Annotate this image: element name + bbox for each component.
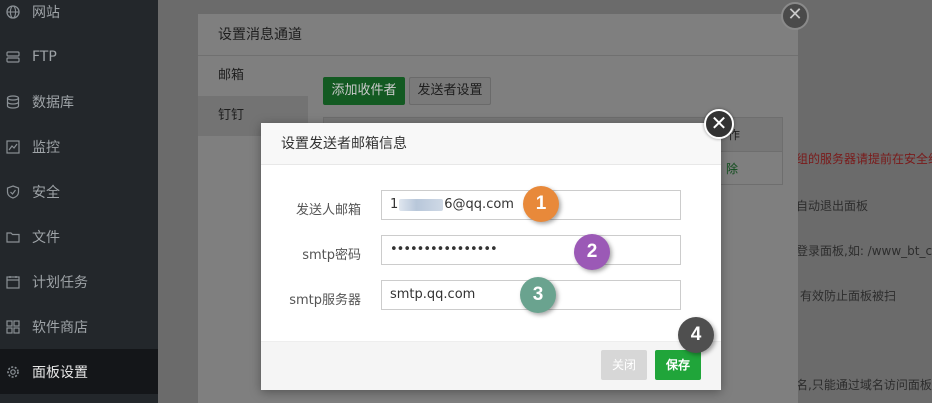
- sidebar-item-label: 软件商店: [32, 319, 88, 336]
- sender-email-label: 发送人邮箱: [295, 203, 361, 218]
- sidebar-item-label: 网站: [32, 4, 60, 21]
- sidebar-item-label: 计划任务: [32, 274, 88, 291]
- sidebar-item-app-store[interactable]: 软件商店: [0, 304, 158, 349]
- close-icon[interactable]: ✕: [704, 109, 734, 139]
- smtp-password-input[interactable]: ••••••••••••••••: [381, 235, 681, 265]
- smtp-server-label: smtp服务器: [289, 293, 361, 308]
- dialog-footer: [261, 341, 721, 390]
- sidebar-item-database[interactable]: 数据库: [0, 79, 158, 124]
- email-prefix: 1: [390, 197, 399, 212]
- sidebar-item-panel-settings[interactable]: 面板设置: [0, 349, 158, 394]
- sidebar-item-label: 数据库: [32, 94, 74, 111]
- gear-icon: [6, 365, 20, 379]
- sidebar-item-ftp[interactable]: FTP: [0, 34, 158, 79]
- step-badge-1: 1: [523, 186, 559, 222]
- sender-settings-button[interactable]: 发送者设置: [409, 77, 491, 105]
- sidebar-item-security[interactable]: 安全: [0, 169, 158, 214]
- sender-email-dialog: 设置发送者邮箱信息 发送人邮箱 1 6@qq.com smtp密码 •••••••…: [261, 123, 721, 390]
- sidebar-item-label: 文件: [32, 229, 60, 246]
- sidebar: 网站 FTP 数据库 监控 安全 文件 计划任务 软件商店 面板设置: [0, 0, 158, 403]
- page-hint-text: 登录面板,如: /www_bt_cn: [796, 244, 932, 258]
- dialog-title: 设置发送者邮箱信息: [261, 123, 721, 165]
- calendar-icon: [6, 275, 20, 289]
- sidebar-item-label: FTP: [32, 48, 57, 65]
- save-button[interactable]: 保存: [655, 350, 701, 380]
- close-button[interactable]: 关闭: [601, 350, 647, 380]
- step-badge-3: 3: [520, 277, 556, 313]
- page-hint-text: 自动退出面板: [796, 199, 869, 213]
- server-icon: [6, 50, 20, 64]
- add-recipient-button[interactable]: 添加收件者: [323, 77, 405, 105]
- delete-link[interactable]: 除: [726, 160, 738, 177]
- smtp-password-label: smtp密码: [302, 248, 361, 263]
- page-hint-text: 有效防止面板被扫: [800, 289, 897, 303]
- monitor-icon: [6, 139, 20, 154]
- sidebar-item-monitor[interactable]: 监控: [0, 124, 158, 169]
- sidebar-item-label: 监控: [32, 139, 60, 156]
- apps-icon: [6, 319, 20, 334]
- sidebar-item-files[interactable]: 文件: [0, 214, 158, 259]
- redacted-mask: [399, 198, 444, 211]
- page-hint-text: 名,只能通过域名访问面板: [796, 378, 932, 392]
- step-badge-2: 2: [574, 234, 610, 270]
- globe-icon: [6, 4, 20, 19]
- database-icon: [6, 94, 20, 109]
- tab-email[interactable]: 邮箱: [198, 56, 308, 96]
- sidebar-item-label: 面板设置: [32, 364, 88, 381]
- page-hint-text: 组的服务器请提前在安全组: [796, 152, 932, 166]
- dialog-title: 设置消息通道: [198, 14, 798, 56]
- folder-icon: [6, 230, 20, 244]
- shield-icon: [6, 184, 20, 199]
- close-icon[interactable]: ✕: [781, 2, 809, 30]
- email-suffix: 6@qq.com: [444, 197, 514, 212]
- sidebar-item-website[interactable]: 网站: [0, 0, 158, 34]
- sidebar-item-cron[interactable]: 计划任务: [0, 259, 158, 304]
- sidebar-item-label: 安全: [32, 184, 60, 201]
- step-badge-4: 4: [678, 317, 714, 353]
